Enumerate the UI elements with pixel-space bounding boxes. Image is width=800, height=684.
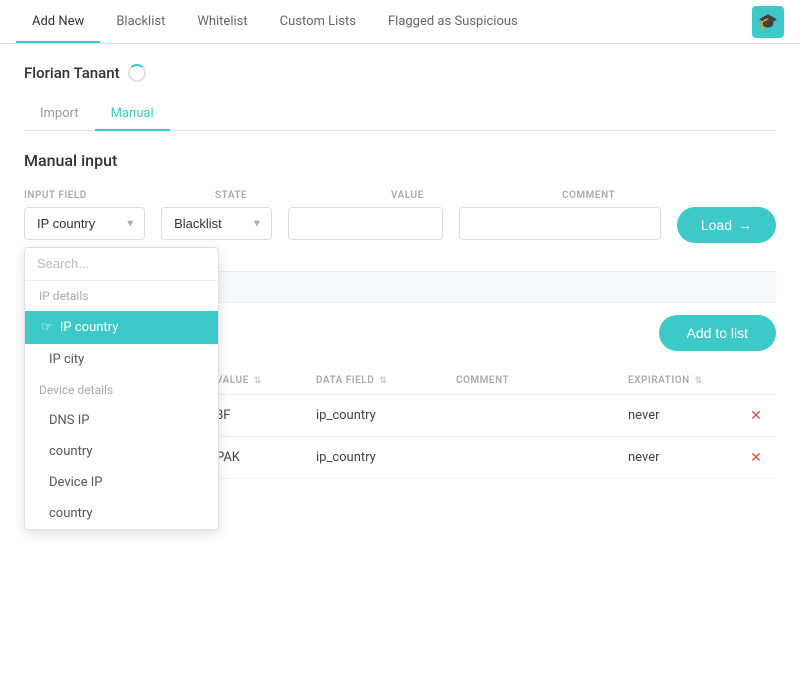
- cell-comment-1: [444, 395, 616, 437]
- help-icon[interactable]: 🎓: [752, 6, 784, 38]
- sub-tabs: Import Manual: [24, 98, 776, 131]
- tab-manual[interactable]: Manual: [95, 98, 170, 131]
- cell-expiration-2: never: [616, 437, 736, 479]
- main-content: Florian Tanant Import Manual Manual inpu…: [0, 44, 800, 684]
- form-labels: INPUT FIELD STATE VALUE COMMENT: [24, 190, 776, 201]
- cell-delete-2: ✕: [736, 437, 776, 479]
- user-name: Florian Tanant: [24, 64, 120, 82]
- form-row: IP country IP details IP city Device det…: [24, 207, 776, 243]
- col-header-value: VALUE ⇅: [204, 367, 304, 395]
- input-field-select[interactable]: IP country IP details IP city Device det…: [24, 207, 145, 240]
- state-select[interactable]: Blacklist Whitelist: [161, 207, 272, 240]
- label-value: VALUE: [391, 190, 546, 201]
- section-title: Manual input: [24, 151, 776, 170]
- dropdown-item-ip-details[interactable]: IP details: [25, 281, 218, 311]
- dropdown-overlay: IP details ☞ IP country IP city Device d…: [24, 247, 219, 530]
- label-comment: COMMENT: [562, 190, 776, 201]
- tab-custom-lists[interactable]: Custom Lists: [264, 2, 372, 43]
- comment-input[interactable]: [459, 207, 661, 240]
- dropdown-item-ip-city[interactable]: IP city: [25, 344, 218, 375]
- cursor-hand-icon: ☞: [41, 320, 53, 335]
- col-header-comment: COMMENT: [444, 367, 616, 395]
- cell-datafield-2: ip_country: [304, 437, 444, 479]
- col-header-expiration: EXPIRATION ⇅: [616, 367, 736, 395]
- tab-add-new[interactable]: Add New: [16, 2, 100, 43]
- dropdown-item-country2[interactable]: country: [25, 498, 218, 529]
- cell-expiration-1: never: [616, 395, 736, 437]
- top-navigation: Add New Blacklist Whitelist Custom Lists…: [0, 0, 800, 44]
- dropdown-item-country[interactable]: country: [25, 436, 218, 467]
- sort-icon-value[interactable]: ⇅: [254, 376, 262, 386]
- label-input-field: INPUT FIELD: [24, 190, 199, 201]
- label-state: STATE: [215, 190, 375, 201]
- load-arrow-icon: →: [738, 217, 752, 233]
- col-header-datafield: DATA FIELD ⇅: [304, 367, 444, 395]
- cell-datafield-1: ip_country: [304, 395, 444, 437]
- tab-whitelist[interactable]: Whitelist: [181, 2, 263, 43]
- load-label: Load: [701, 217, 732, 233]
- sort-icon-datafield[interactable]: ⇅: [379, 376, 387, 386]
- user-header: Florian Tanant: [24, 64, 776, 82]
- sort-icon-expiration[interactable]: ⇅: [695, 376, 703, 386]
- tab-flagged[interactable]: Flagged as Suspicious: [372, 2, 534, 43]
- delete-button-1[interactable]: ✕: [750, 407, 762, 424]
- load-button[interactable]: Load →: [677, 207, 776, 243]
- dropdown-item-ip-country[interactable]: ☞ IP country: [25, 311, 218, 344]
- dropdown-item-dns-ip[interactable]: DNS IP: [25, 405, 218, 436]
- dropdown-item-device-details: Device details: [25, 375, 218, 405]
- cell-value-1: 3F: [204, 395, 304, 437]
- dropdown-search-container: [25, 248, 218, 281]
- add-to-list-button[interactable]: Add to list: [659, 315, 776, 351]
- col-header-delete: [736, 367, 776, 395]
- dropdown-search-input[interactable]: [37, 256, 206, 271]
- value-input[interactable]: [288, 207, 443, 240]
- state-select-wrapper: Blacklist Whitelist ▼: [161, 207, 272, 240]
- loading-spinner: [128, 64, 146, 82]
- cell-comment-2: [444, 437, 616, 479]
- delete-button-2[interactable]: ✕: [750, 449, 762, 466]
- input-field-wrapper: IP country IP details IP city Device det…: [24, 207, 145, 240]
- tab-import[interactable]: Import: [24, 98, 95, 131]
- tab-blacklist[interactable]: Blacklist: [100, 2, 181, 43]
- cell-value-2: PAK: [204, 437, 304, 479]
- cell-delete-1: ✕: [736, 395, 776, 437]
- dropdown-item-device-ip[interactable]: Device IP: [25, 467, 218, 498]
